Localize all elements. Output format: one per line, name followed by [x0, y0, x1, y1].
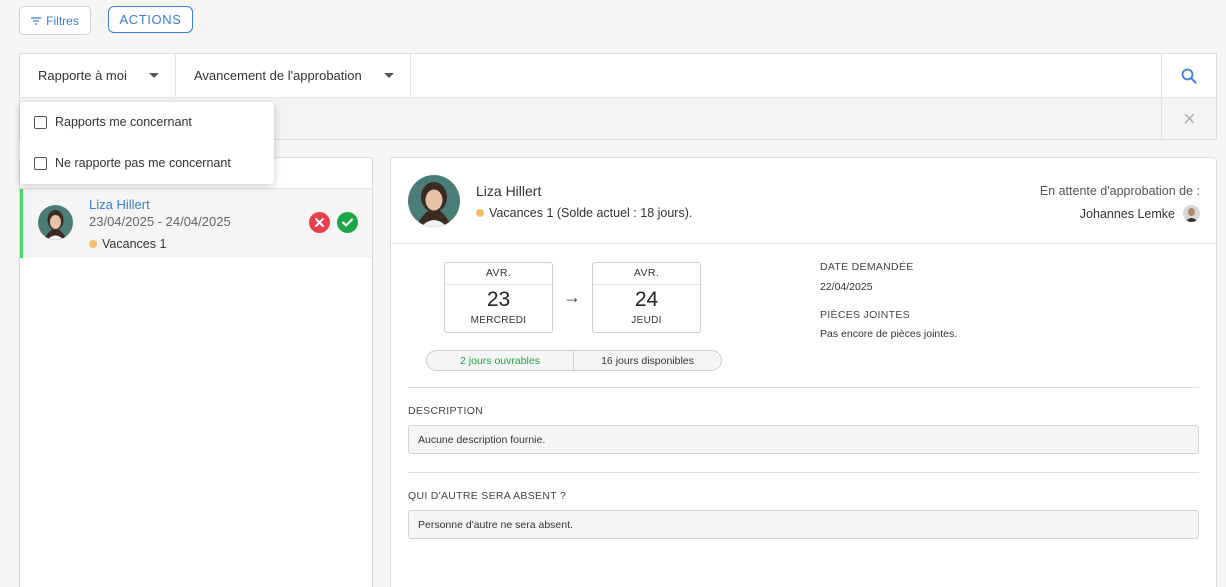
start-month: AVR.: [445, 263, 552, 285]
leave-type-label: Vacances 1 (Solde actuel : 18 jours).: [489, 206, 693, 220]
avatar: [408, 175, 460, 227]
approver-name: Johannes Lemke: [1079, 206, 1175, 221]
checkbox[interactable]: [34, 156, 47, 170]
item-leave-type: Vacances 1: [89, 237, 166, 251]
awaiting-approval-label: En attente d'approbation de :: [1039, 184, 1200, 198]
search-icon: [1181, 68, 1197, 83]
reject-button[interactable]: [309, 212, 330, 233]
days-summary: 2 jours ouvrables 16 jours disponibles: [426, 350, 722, 371]
leave-type-dot: [89, 240, 97, 248]
option-label: Ne rapporte pas me concernant: [55, 156, 231, 170]
end-date-card: AVR. 24 JEUDI: [592, 262, 701, 333]
arrow-right-icon: →: [563, 287, 581, 307]
filtres-label: Filtres: [46, 13, 79, 28]
option-not-reporting-to-me[interactable]: Ne rapporte pas me concernant: [34, 156, 231, 170]
start-weekday: MERCREDI: [470, 315, 527, 326]
check-icon: [342, 218, 353, 227]
filter-icon: [31, 16, 42, 25]
divider: [408, 387, 1199, 388]
search-button[interactable]: [1161, 54, 1216, 97]
divider: [408, 472, 1199, 473]
employee-name: Liza Hillert: [476, 183, 542, 199]
end-day: 24: [634, 288, 659, 311]
description-field: Aucune description fournie.: [408, 425, 1199, 454]
approve-button[interactable]: [337, 212, 358, 233]
approver-avatar: [1183, 205, 1200, 222]
who-else-absent-label: QUI D'AUTRE SERA ABSENT ?: [408, 490, 567, 502]
caret-down-icon: [384, 73, 394, 78]
attachments-value: Pas encore de pièces jointes.: [820, 328, 958, 340]
approver: Johannes Lemke: [1080, 205, 1200, 222]
avatar: [38, 205, 73, 240]
date-requested-value: 22/04/2025: [820, 281, 873, 293]
actions-button[interactable]: ACTIONS: [108, 6, 193, 33]
date-requested-label: DATE DEMANDÉE: [820, 261, 914, 273]
close-icon: [315, 218, 324, 227]
item-leave-type-label: Vacances 1: [102, 237, 167, 251]
request-detail-panel: Liza Hillert Vacances 1 (Solde actuel : …: [390, 157, 1217, 587]
clear-filters-button[interactable]: [1161, 98, 1216, 139]
leave-type: Vacances 1 (Solde actuel : 18 jours).: [476, 206, 692, 220]
request-list-panel: Liza Hillert 23/04/2025 - 24/04/2025 Vac…: [19, 157, 373, 587]
item-dates: 23/04/2025 - 24/04/2025: [89, 214, 231, 229]
working-days: 2 jours ouvrables: [427, 351, 574, 370]
attachments-label: PIÈCES JOINTES: [820, 309, 910, 321]
approval-progress-dropdown[interactable]: Avancement de l'approbation: [176, 54, 411, 97]
end-month: AVR.: [593, 263, 700, 285]
reports-to-me-label: Rapporte à moi: [38, 68, 127, 83]
checkbox[interactable]: [34, 115, 47, 129]
approval-progress-label: Avancement de l'approbation: [194, 68, 362, 83]
list-item[interactable]: Liza Hillert 23/04/2025 - 24/04/2025 Vac…: [20, 189, 372, 258]
start-day: 23: [486, 288, 511, 311]
search-input[interactable]: [411, 54, 1161, 97]
leave-type-dot: [476, 209, 484, 217]
filtres-button[interactable]: Filtres: [19, 6, 91, 35]
description-label: DESCRIPTION: [408, 405, 484, 417]
item-employee-name: Liza Hillert: [89, 197, 150, 212]
end-weekday: JEUDI: [631, 315, 662, 326]
filter-bar: Rapporte à moi Avancement de l'approbati…: [19, 53, 1217, 98]
detail-header: Liza Hillert Vacances 1 (Solde actuel : …: [391, 158, 1216, 244]
option-reports-concerning-me[interactable]: Rapports me concernant: [34, 115, 192, 129]
close-icon: [1184, 113, 1194, 124]
reports-to-me-menu: Rapports me concernant Ne rapporte pas m…: [20, 102, 274, 184]
reports-to-me-dropdown[interactable]: Rapporte à moi: [20, 54, 176, 97]
start-date-card: AVR. 23 MERCREDI: [444, 262, 553, 333]
available-days: 16 jours disponibles: [601, 354, 694, 367]
option-label: Rapports me concernant: [55, 115, 192, 129]
who-else-absent-field: Personne d'autre ne sera absent.: [408, 510, 1199, 539]
caret-down-icon: [149, 73, 159, 78]
